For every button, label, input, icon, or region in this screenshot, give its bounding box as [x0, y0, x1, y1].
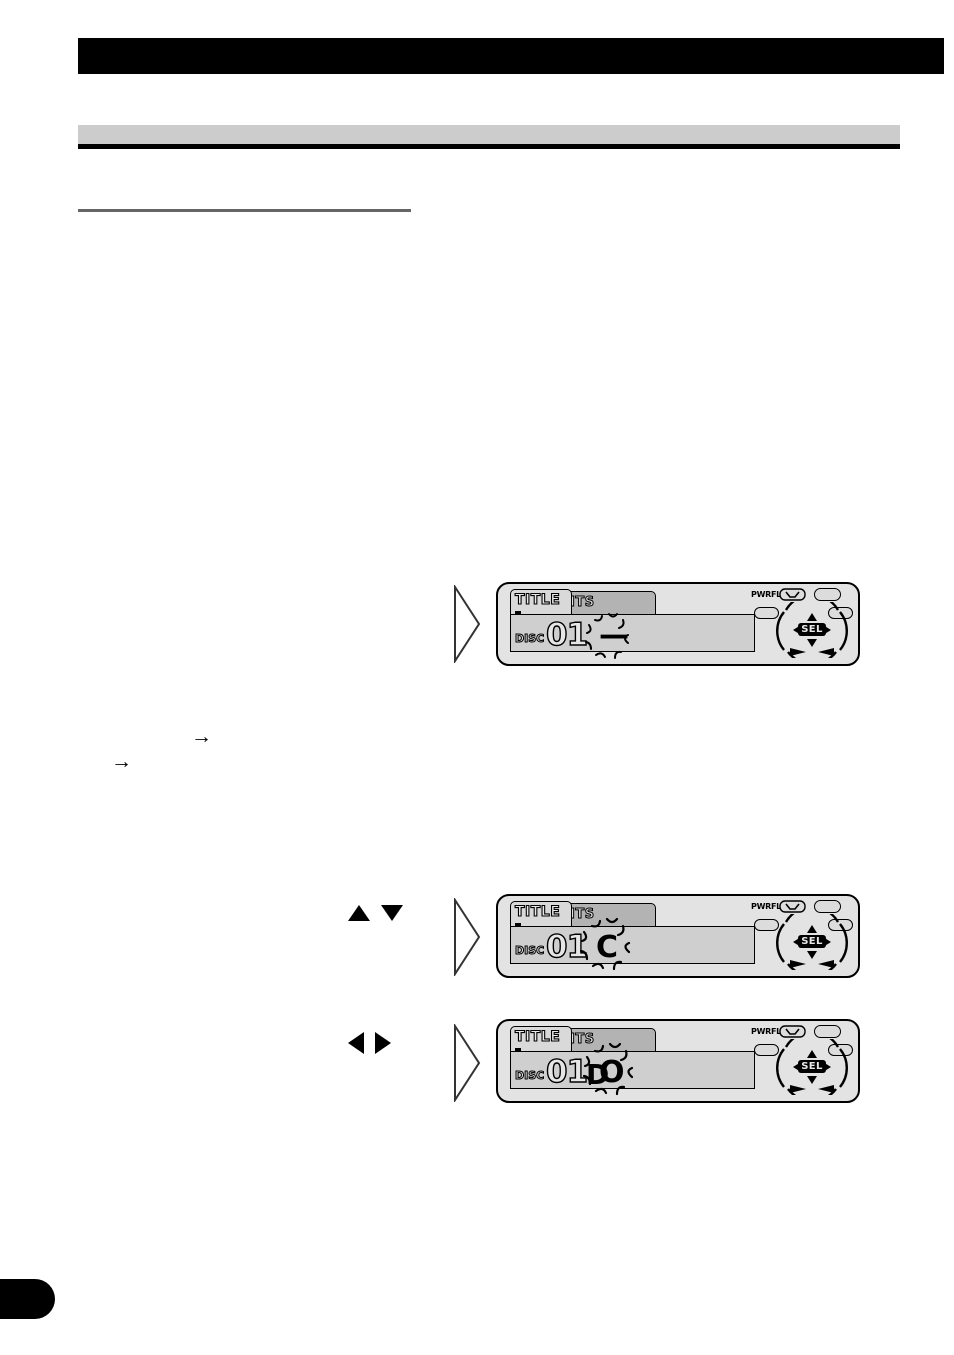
up-arrow-icon [348, 905, 370, 921]
section-heading-rule [78, 144, 900, 149]
sel-badge-1: SEL [798, 623, 826, 636]
title-tab-label-2: TITLE [514, 903, 561, 920]
step-pointer-chevron-1 [454, 585, 481, 663]
disc-label-2: DISC [514, 944, 545, 958]
page-number-tab [0, 1279, 55, 1319]
flashing-character-3: O [599, 1055, 625, 1090]
manual-page: → → ITS TITLE DISC 01 — PWRFL SEL ITS TI… [0, 0, 954, 1355]
subheading-rule [78, 209, 411, 212]
title-tab-label-1: TITLE [514, 591, 561, 608]
section-heading-band [78, 125, 900, 144]
title-tab-label-3: TITLE [514, 1028, 561, 1045]
disc-label-1: DISC [514, 632, 545, 646]
right-arrow-icon [375, 1032, 391, 1054]
pwrfl-label-3: PWRFL [751, 1027, 781, 1036]
left-arrow-icon [348, 1032, 364, 1054]
step-pointer-chevron-2 [454, 898, 481, 976]
eject-button-3[interactable] [779, 1025, 806, 1038]
eject-button-1[interactable] [779, 588, 806, 601]
flashing-character-2: C [596, 930, 619, 965]
sel-badge-2: SEL [798, 935, 826, 948]
sel-badge-3: SEL [798, 1060, 826, 1073]
disc-number-1: 01 [545, 616, 589, 653]
eject-button-2[interactable] [779, 900, 806, 913]
body-arrow-icon-2: → [111, 750, 132, 773]
page-header-bar [78, 38, 944, 74]
head-unit-illustration-2: ITS TITLE DISC 01 C PWRFL SEL [496, 894, 860, 978]
lcd-display-3: DISC 01 D O [510, 1042, 755, 1096]
lcd-display-1: DISC 01 — [510, 613, 755, 659]
key-hint-up-down [348, 905, 403, 921]
pwrfl-label-1: PWRFL [751, 590, 781, 599]
body-arrow-icon-1: → [191, 725, 212, 748]
down-arrow-icon [381, 905, 403, 921]
its-tab-label-1: ITS [570, 595, 595, 611]
eq-button-3[interactable] [814, 1025, 841, 1038]
head-unit-illustration-1: ITS TITLE DISC 01 — PWRFL SEL [496, 582, 860, 666]
disc-label-3: DISC [514, 1069, 545, 1083]
eq-button-1[interactable] [814, 588, 841, 601]
eq-button-2[interactable] [814, 900, 841, 913]
flashing-character-1: — [599, 618, 629, 653]
pwrfl-label-2: PWRFL [751, 902, 781, 911]
key-hint-left-right [348, 1032, 391, 1054]
lcd-display-2: DISC 01 C [510, 917, 755, 971]
step-pointer-chevron-3 [454, 1024, 481, 1102]
head-unit-illustration-3: ITS TITLE DISC 01 D O PWRFL SEL [496, 1019, 860, 1103]
